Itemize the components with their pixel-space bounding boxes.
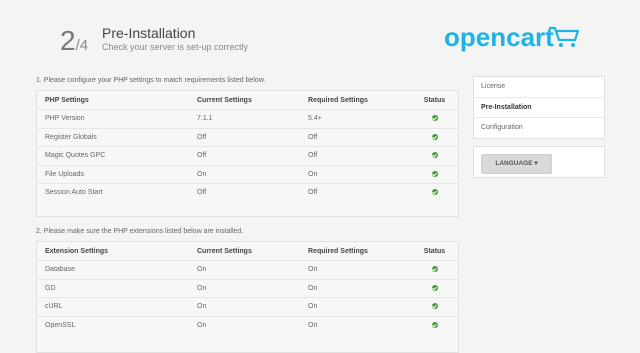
language-dropdown-button[interactable]: LANGUAGE ▾	[481, 154, 552, 174]
page-subtitle: Check your server is set-up correctly	[102, 42, 249, 52]
current-setting: Off	[189, 183, 300, 202]
step-number: 2	[60, 25, 76, 56]
page-title: Pre-Installation	[102, 25, 196, 41]
php-settings-table: PHP Settings Current Settings Required S…	[37, 91, 458, 202]
current-setting: Off	[189, 127, 300, 147]
cart-icon	[549, 26, 580, 47]
required-setting: Off	[300, 146, 411, 165]
check-circle-icon	[431, 170, 438, 177]
required-setting: On	[300, 315, 411, 334]
column-header: Status	[423, 96, 446, 104]
setting-name: File Uploads	[37, 164, 189, 184]
current-setting: On	[189, 315, 300, 334]
table-row: File Uploads On On	[37, 164, 458, 184]
table-header-row: Extension Settings Current Settings Requ…	[37, 242, 458, 261]
table-row: GD On On	[37, 278, 458, 298]
step-indicator: 2/4	[60, 27, 88, 55]
sidebar-item-pre-installation[interactable]: Pre-Installation	[474, 96, 604, 118]
table-row: OpenSSL On On	[37, 315, 458, 334]
table-row: PHP Version 7.1.1 5.4+	[37, 109, 458, 128]
check-circle-icon	[431, 303, 438, 310]
sidebar-item-license[interactable]: License	[474, 77, 604, 97]
current-setting: On	[189, 278, 300, 298]
required-setting: Off	[300, 183, 411, 202]
required-setting: Off	[300, 127, 411, 147]
step-total: /4	[75, 37, 89, 54]
current-setting: Off	[189, 146, 300, 165]
table-header-row: PHP Settings Current Settings Required S…	[37, 91, 458, 110]
table-row: Session Auto Start Off Off	[37, 183, 458, 202]
table-row: cURL On On	[37, 297, 458, 316]
required-setting: On	[300, 297, 411, 316]
column-header: Required Settings	[308, 96, 368, 104]
current-setting: 7.1.1	[189, 109, 300, 128]
extension-name: OpenSSL	[37, 315, 189, 334]
current-setting: On	[189, 260, 300, 279]
header: 2/4 Pre-Installation Check your server i…	[0, 0, 640, 60]
install-steps-sidebar: License Pre-Installation Configuration	[473, 76, 605, 139]
column-header: Current Settings	[197, 247, 252, 255]
php-settings-note: 1. Please configure your PHP settings to…	[36, 77, 266, 84]
extensions-note: 2. Please make sure the PHP extensions l…	[36, 228, 244, 235]
check-circle-icon	[431, 133, 438, 140]
required-setting: On	[300, 260, 411, 279]
current-setting: On	[189, 297, 300, 316]
column-header: Extension Settings	[45, 247, 109, 255]
setting-name: Register Globals	[37, 127, 189, 147]
column-header: Required Settings	[308, 247, 368, 255]
extensions-table: Extension Settings Current Settings Requ…	[37, 242, 458, 334]
required-setting: 5.4+	[300, 109, 411, 128]
check-circle-icon	[431, 115, 438, 122]
check-circle-icon	[431, 321, 438, 328]
table-row: Register Globals Off Off	[37, 127, 458, 147]
sidebar-item-configuration[interactable]: Configuration	[474, 117, 604, 138]
required-setting: On	[300, 164, 411, 184]
current-setting: On	[189, 164, 300, 184]
check-circle-icon	[431, 189, 438, 196]
required-setting: On	[300, 278, 411, 298]
setting-name: Magic Quotes GPC	[37, 146, 189, 165]
setting-name: Session Auto Start	[37, 183, 189, 202]
extension-name: cURL	[37, 297, 189, 316]
table-row: Magic Quotes GPC Off Off	[37, 146, 458, 165]
language-panel: LANGUAGE ▾	[473, 146, 605, 178]
column-header: Status	[423, 247, 446, 255]
extension-name: Database	[37, 260, 189, 279]
extension-name: GD	[37, 278, 189, 298]
table-row: Database On On	[37, 260, 458, 279]
check-circle-icon	[431, 284, 438, 291]
setting-name: PHP Version	[37, 109, 189, 128]
column-header: Current Settings	[197, 96, 252, 104]
column-header: PHP Settings	[45, 96, 89, 104]
extensions-panel: Extension Settings Current Settings Requ…	[36, 241, 459, 353]
logo-text: opencart	[444, 22, 554, 52]
check-circle-icon	[431, 266, 438, 273]
opencart-logo: opencart	[444, 24, 584, 54]
php-settings-panel: PHP Settings Current Settings Required S…	[36, 90, 459, 217]
check-circle-icon	[431, 152, 438, 159]
